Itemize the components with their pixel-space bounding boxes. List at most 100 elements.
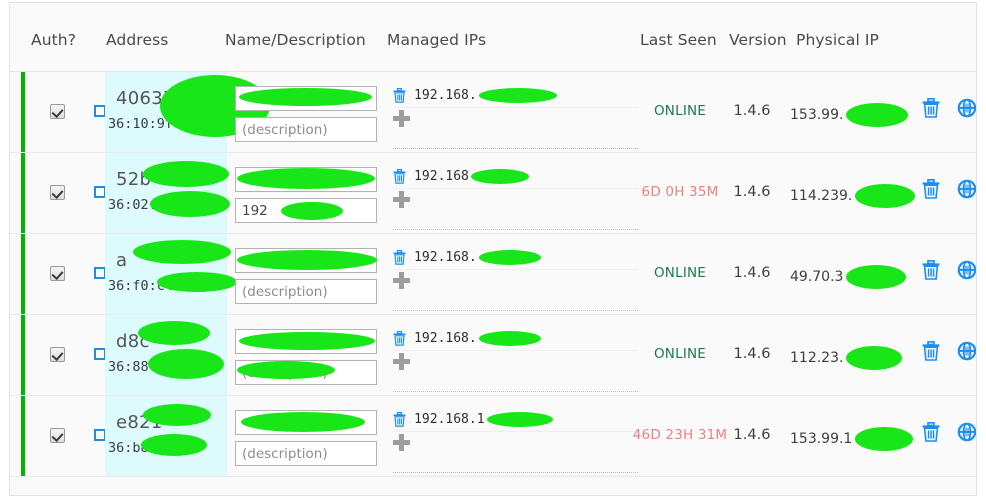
auth-checkbox-box[interactable] xyxy=(50,428,65,443)
delete-managed-ip-icon[interactable] xyxy=(393,249,406,265)
member-node-id: 52b xyxy=(116,169,152,190)
member-node-id: e821 xyxy=(116,412,163,433)
member-options-globe-icon[interactable] xyxy=(957,422,976,446)
version-cell: 1.4.6 xyxy=(733,184,771,200)
delete-managed-ip-icon[interactable] xyxy=(393,168,406,184)
member-options-globe-icon[interactable] xyxy=(957,179,976,203)
auth-checkbox[interactable] xyxy=(50,347,66,363)
delete-member-icon[interactable] xyxy=(922,260,940,284)
managed-ips-divider xyxy=(393,391,638,392)
physical-ip-value: 49.70.3 xyxy=(790,269,844,285)
member-description-input[interactable] xyxy=(235,117,377,142)
members-table-panel: Auth? Address Name/Description Managed I… xyxy=(9,2,977,496)
add-managed-ip-button[interactable] xyxy=(393,270,638,296)
member-mac-address: 36:b8:d xyxy=(108,440,165,456)
managed-ip-value: 192.168. xyxy=(414,88,477,103)
address-cell: 52b 36:02:43 xyxy=(105,153,230,233)
members-rows: 40637 36:10:9f 192.168. xyxy=(10,72,976,477)
auth-checkbox-box[interactable] xyxy=(50,347,65,362)
add-managed-ip-button[interactable] xyxy=(393,351,638,377)
address-cell: 40637 36:10:9f xyxy=(105,72,270,152)
plus-icon[interactable] xyxy=(393,434,410,451)
member-description-input[interactable] xyxy=(235,441,377,466)
managed-ip-row: 192.168.1 xyxy=(393,409,638,432)
member-name-input[interactable] xyxy=(235,329,377,354)
add-managed-ip-button[interactable] xyxy=(393,189,638,215)
auth-checkbox-box[interactable] xyxy=(50,104,65,119)
redaction-blob-physical-ip xyxy=(854,427,913,451)
member-description-input[interactable] xyxy=(235,279,377,304)
name-description-cell xyxy=(235,167,377,229)
last-seen-value: ONLINE xyxy=(653,103,707,119)
plus-icon[interactable] xyxy=(393,191,410,208)
add-managed-ip-button[interactable] xyxy=(393,432,638,458)
auth-checkbox-box[interactable] xyxy=(50,185,65,200)
member-options-globe-icon[interactable] xyxy=(957,341,976,365)
delete-member-icon[interactable] xyxy=(922,341,940,365)
delete-member-icon[interactable] xyxy=(922,422,940,446)
member-description-input[interactable] xyxy=(235,198,377,223)
table-row: e821 36:b8:d 192.168.1 xyxy=(10,396,976,477)
table-row: d8c 36:88: 192.168. xyxy=(10,315,976,396)
table-header: Auth? Address Name/Description Managed I… xyxy=(10,3,976,72)
managed-ip-value: 192.168 xyxy=(414,169,469,184)
address-cell: e821 36:b8:d xyxy=(105,396,227,476)
member-node-id: 40637 xyxy=(116,88,175,109)
column-header-address: Address xyxy=(106,31,169,49)
managed-ips-cell: 192.168. xyxy=(393,328,638,392)
version-cell: 1.4.6 xyxy=(733,265,771,281)
redaction-blob-physical-ip xyxy=(845,346,902,370)
redaction-blob-physical-ip xyxy=(845,103,908,127)
add-managed-ip-button[interactable] xyxy=(393,108,638,134)
auth-checkbox[interactable] xyxy=(50,428,66,444)
plus-icon[interactable] xyxy=(393,110,410,127)
redaction-blob-managed-ip xyxy=(478,88,557,103)
auth-checkbox[interactable] xyxy=(50,185,66,201)
auth-checkbox[interactable] xyxy=(50,266,66,282)
member-name-input[interactable] xyxy=(235,248,377,273)
managed-ip-value: 192.168.1 xyxy=(414,412,485,427)
managed-ips-divider xyxy=(393,148,638,149)
managed-ip-row: 192.168. xyxy=(393,247,638,270)
auth-checkbox-box[interactable] xyxy=(50,266,65,281)
name-description-cell xyxy=(235,86,377,148)
member-options-globe-icon[interactable] xyxy=(957,98,976,122)
member-name-input[interactable] xyxy=(235,86,377,111)
physical-ip-value: 112.23. xyxy=(790,350,844,366)
delete-member-icon[interactable] xyxy=(922,179,940,203)
plus-icon[interactable] xyxy=(393,353,410,370)
delete-managed-ip-icon[interactable] xyxy=(393,87,406,103)
last-seen-cell: ONLINE xyxy=(630,346,730,362)
auth-checkbox[interactable] xyxy=(50,104,66,120)
column-header-managed-ips: Managed IPs xyxy=(387,31,487,49)
version-cell: 1.4.6 xyxy=(733,103,771,119)
delete-member-icon[interactable] xyxy=(922,98,940,122)
row-authorized-flag xyxy=(21,234,25,314)
plus-icon[interactable] xyxy=(393,272,410,289)
member-description-input[interactable] xyxy=(235,360,377,385)
member-node-id: a xyxy=(116,250,128,271)
managed-ips-divider xyxy=(393,310,638,311)
row-authorized-flag xyxy=(21,153,25,233)
member-mac-address: 36:f0:c4 xyxy=(108,278,174,294)
delete-managed-ip-icon[interactable] xyxy=(393,330,406,346)
last-seen-cell: 46D 23H 31M xyxy=(630,427,730,443)
physical-ip-cell: 153.99. xyxy=(790,103,915,127)
managed-ip-row: 192.168. xyxy=(393,85,638,108)
column-header-name: Name/Description xyxy=(225,31,366,49)
redaction-blob-physical-ip xyxy=(854,184,915,208)
redaction-blob-managed-ip xyxy=(470,169,529,184)
delete-managed-ip-icon[interactable] xyxy=(393,411,406,427)
member-options-globe-icon[interactable] xyxy=(957,260,976,284)
column-header-last-seen: Last Seen xyxy=(640,31,717,49)
table-row: 52b 36:02:43 192.168 xyxy=(10,153,976,234)
member-name-input[interactable] xyxy=(235,410,377,435)
redaction-blob-physical-ip xyxy=(845,265,906,289)
row-authorized-flag xyxy=(21,72,25,152)
redaction-blob-address xyxy=(133,240,231,264)
redaction-blob-managed-ip xyxy=(486,412,553,427)
managed-ip-row: 192.168 xyxy=(393,166,638,189)
member-name-input[interactable] xyxy=(235,167,377,192)
version-cell: 1.4.6 xyxy=(733,346,771,362)
redaction-blob-managed-ip xyxy=(478,331,541,346)
